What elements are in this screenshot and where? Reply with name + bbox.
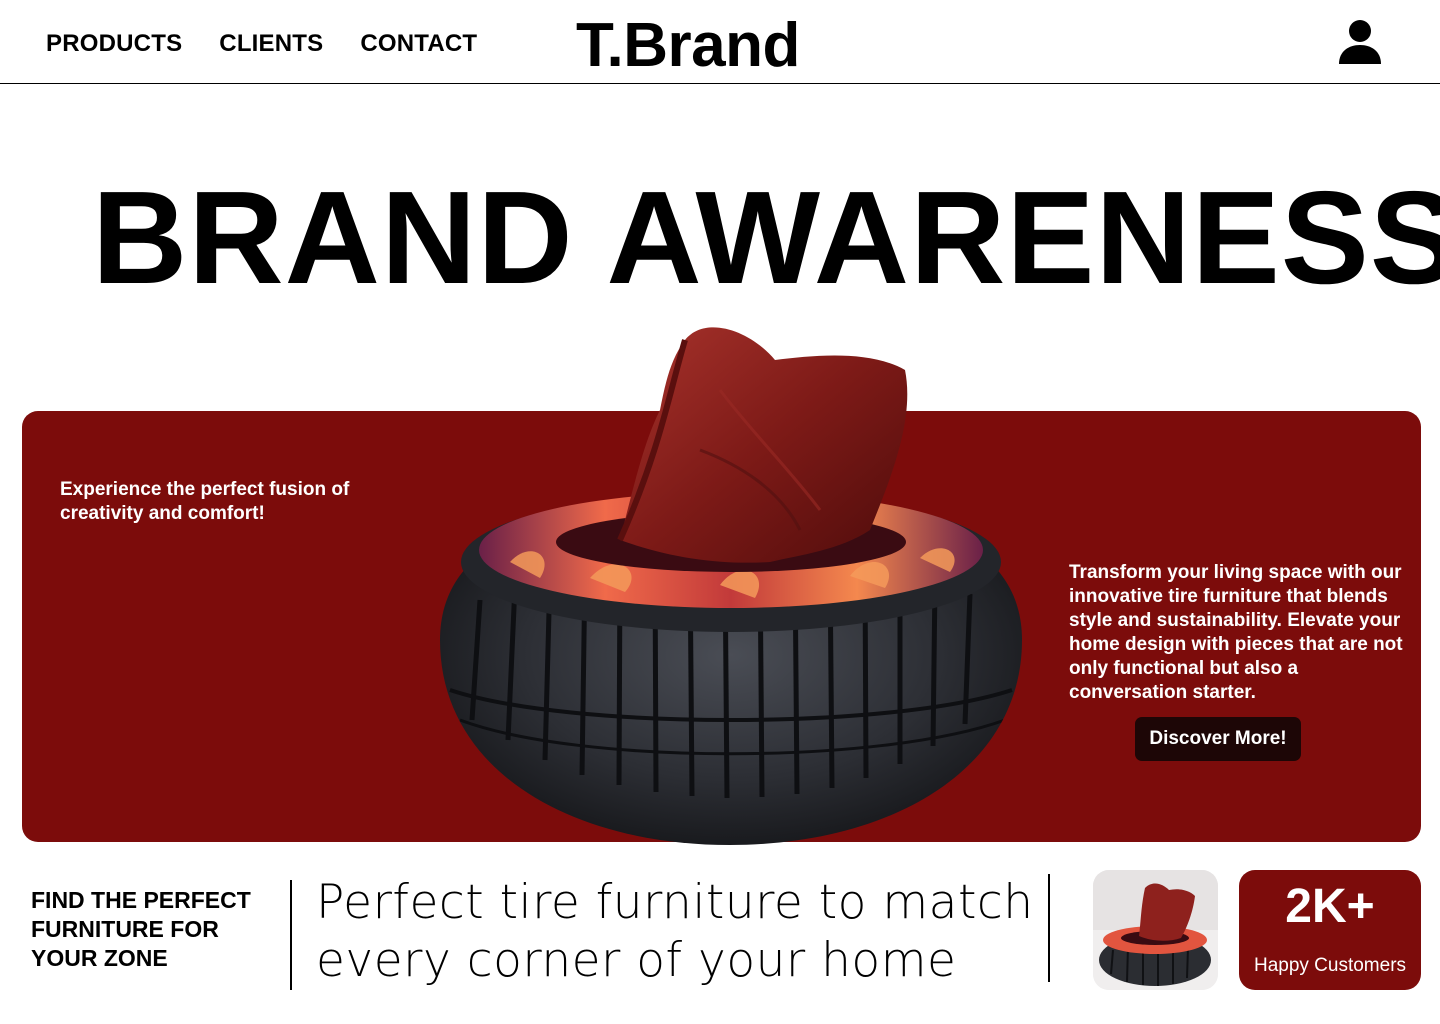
divider	[290, 880, 292, 990]
brand-logo[interactable]: T.Brand	[576, 10, 800, 82]
product-thumbnail[interactable]	[1093, 870, 1218, 990]
thumbnail-image	[1093, 870, 1218, 990]
main-nav: PRODUCTS CLIENTS CONTACT	[46, 30, 477, 58]
nav-products-link[interactable]: PRODUCTS	[46, 30, 182, 58]
user-account-button[interactable]	[1336, 18, 1384, 68]
hero-title: BRAND AWARENESS	[92, 164, 1440, 311]
site-header: PRODUCTS CLIENTS CONTACT T.Brand	[0, 0, 1440, 84]
banner-tagline: Experience the perfect fusion of creativ…	[60, 479, 350, 524]
divider	[1048, 874, 1050, 982]
stat-label: Happy Customers	[1253, 955, 1407, 976]
find-furniture-heading: FIND THE PERFECT FURNITURE FOR YOUR ZONE	[31, 887, 251, 971]
nav-clients-link[interactable]: CLIENTS	[219, 30, 323, 58]
discover-more-button[interactable]: Discover More!	[1135, 717, 1301, 761]
nav-contact-link[interactable]: CONTACT	[360, 30, 477, 58]
user-icon	[1339, 20, 1381, 64]
customers-stat-card: 2K+ Happy Customers	[1239, 870, 1421, 990]
bottom-tagline: Perfect tire furniture to match every co…	[316, 875, 1034, 988]
stat-value: 2K+	[1285, 880, 1375, 933]
product-image	[440, 327, 1022, 845]
banner-description: Transform your living space with our inn…	[1069, 562, 1403, 703]
